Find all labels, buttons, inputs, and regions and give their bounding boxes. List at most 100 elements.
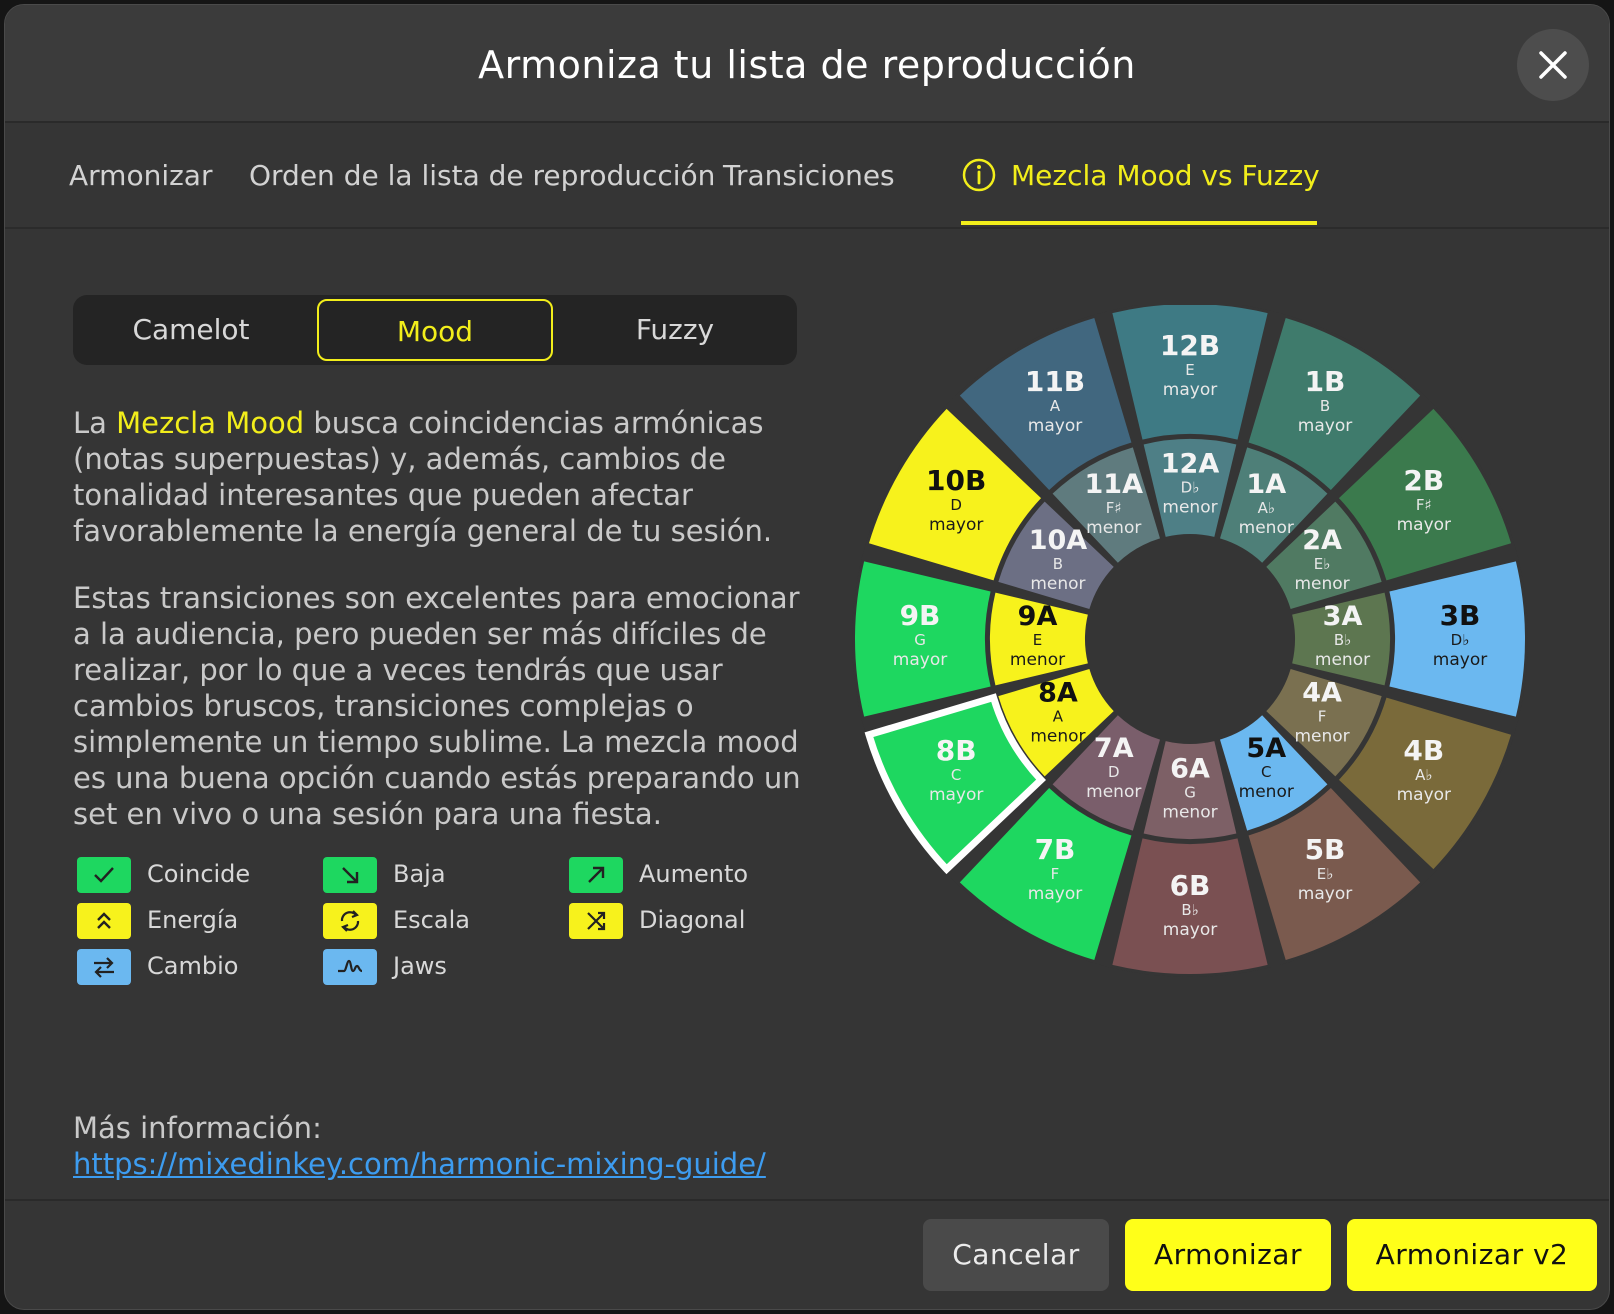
- mode-fuzzy-option[interactable]: Fuzzy: [557, 299, 793, 361]
- key-note-label: D: [950, 496, 962, 514]
- legend-badge: [77, 903, 131, 939]
- key-mode-label: mayor: [929, 515, 983, 535]
- key-note-label: E♭: [1314, 555, 1331, 573]
- more-info-link[interactable]: https://mixedinkey.com/harmonic-mixing-g…: [73, 1147, 766, 1181]
- description-text: La: [73, 406, 117, 440]
- key-mode-label: mayor: [1028, 416, 1082, 436]
- key-note-label: F: [1318, 707, 1327, 725]
- key-code-label: 10B: [926, 464, 986, 497]
- key-code-label: 7A: [1094, 733, 1134, 764]
- key-mode-label: menor: [1086, 518, 1141, 538]
- key-mode-label: menor: [1030, 726, 1085, 746]
- mode-mood-option[interactable]: Mood: [317, 299, 553, 361]
- tab-bar: Armonizar Orden de la lista de reproducc…: [5, 123, 1609, 229]
- mix-mode-selector: Camelot Mood Fuzzy: [73, 295, 797, 365]
- footer-divider: [5, 1199, 1609, 1201]
- key-code-label: 6B: [1170, 869, 1211, 902]
- key-note-label: G: [1184, 784, 1196, 802]
- key-note-label: E♭: [1317, 865, 1334, 883]
- tab-transitions[interactable]: Transiciones: [723, 159, 895, 192]
- legend-badge: [77, 949, 131, 985]
- key-note-label: B: [1320, 397, 1330, 415]
- key-code-label: 7B: [1035, 833, 1076, 866]
- legend-label: Escala: [393, 906, 470, 934]
- tab-armonizar[interactable]: Armonizar: [69, 159, 212, 192]
- key-mode-label: mayor: [929, 785, 983, 805]
- dialog-header: Armoniza tu lista de reproducción: [5, 5, 1609, 123]
- description-paragraph-1: La Mezcla Mood busca coincidencias armón…: [73, 405, 803, 549]
- harmonize-dialog: Armoniza tu lista de reproducción Armoni…: [4, 4, 1610, 1310]
- key-mode-label: menor: [1162, 498, 1217, 518]
- key-note-label: C: [1261, 763, 1271, 781]
- close-icon: [1539, 51, 1567, 79]
- key-mode-label: menor: [1294, 726, 1349, 746]
- double-chevron-up-icon: [97, 912, 111, 929]
- key-note-label: E: [1185, 361, 1194, 379]
- harmonize-button[interactable]: Armonizar: [1125, 1219, 1331, 1291]
- key-code-label: 3A: [1323, 601, 1363, 632]
- harmonize-v2-button[interactable]: Armonizar v2: [1347, 1219, 1597, 1291]
- legend-label: Aumento: [639, 860, 749, 888]
- cycle-icon: [340, 910, 360, 932]
- legend-badge: [323, 857, 377, 893]
- key-note-label: F♯: [1416, 496, 1432, 514]
- mode-camelot-option[interactable]: Camelot: [73, 299, 309, 361]
- key-mode-label: mayor: [1298, 884, 1352, 904]
- legend-label: Diagonal: [639, 906, 746, 934]
- key-code-label: 4B: [1403, 734, 1444, 767]
- key-note-label: B♭: [1334, 631, 1351, 649]
- key-note-label: D: [1108, 763, 1120, 781]
- key-note-label: D♭: [1181, 479, 1200, 497]
- legend-badge: [569, 857, 623, 893]
- close-button[interactable]: [1517, 29, 1589, 101]
- description-paragraph-2: Estas transiciones son excelentes para e…: [73, 581, 801, 831]
- key-mode-label: mayor: [1397, 515, 1451, 535]
- swap-arrows-icon: [94, 957, 114, 978]
- key-mode-label: mayor: [1433, 650, 1487, 670]
- key-note-label: F: [1051, 865, 1060, 883]
- legend-badge: [569, 903, 623, 939]
- legend-label: Baja: [393, 860, 446, 888]
- key-mode-label: mayor: [1028, 884, 1082, 904]
- key-code-label: 1A: [1246, 469, 1286, 500]
- key-code-label: 8A: [1038, 677, 1078, 708]
- key-code-label: 9A: [1018, 601, 1058, 632]
- key-note-label: A♭: [1415, 766, 1432, 784]
- check-icon: [94, 867, 114, 883]
- key-note-label: F♯: [1106, 499, 1122, 517]
- key-code-label: 4A: [1302, 677, 1342, 708]
- more-info-label: Más información:: [73, 1111, 322, 1145]
- key-note-label: E: [1033, 631, 1042, 649]
- legend-badge: [77, 857, 131, 893]
- key-mode-label: mayor: [893, 650, 947, 670]
- key-code-label: 9B: [900, 599, 941, 632]
- key-code-label: 2A: [1302, 525, 1342, 556]
- key-code-label: 11B: [1025, 365, 1085, 398]
- key-mode-label: menor: [1010, 650, 1065, 670]
- legend-badge: [323, 903, 377, 939]
- key-note-label: D♭: [1451, 631, 1470, 649]
- key-mode-label: mayor: [1163, 380, 1217, 400]
- tab-mood-vs-fuzzy[interactable]: Mezcla Mood vs Fuzzy: [1011, 159, 1320, 192]
- shuffle-icon: [587, 911, 606, 931]
- key-mode-label: menor: [1162, 803, 1217, 823]
- key-mode-label: menor: [1086, 782, 1141, 802]
- key-note-label: A: [1050, 397, 1061, 415]
- key-note-label: A: [1053, 707, 1064, 725]
- cancel-button[interactable]: Cancelar: [923, 1219, 1109, 1291]
- key-mode-label: menor: [1239, 518, 1294, 538]
- legend-badge: [323, 949, 377, 985]
- key-code-label: 12A: [1161, 449, 1220, 480]
- arrow-up-right-icon: [588, 866, 605, 883]
- key-code-label: 10A: [1029, 525, 1088, 556]
- key-mode-label: menor: [1030, 574, 1085, 594]
- active-tab-indicator: [961, 221, 1317, 225]
- wave-icon: [338, 959, 363, 973]
- mood-mix-highlight: Mezcla Mood: [116, 406, 305, 440]
- legend-label: Energía: [147, 906, 239, 934]
- key-mode-label: mayor: [1298, 416, 1352, 436]
- key-code-label: 5B: [1305, 833, 1346, 866]
- tab-playlist-order[interactable]: Orden de la lista de reproducción: [249, 159, 715, 192]
- legend-label: Coincide: [147, 860, 251, 888]
- key-code-label: 2B: [1403, 464, 1444, 497]
